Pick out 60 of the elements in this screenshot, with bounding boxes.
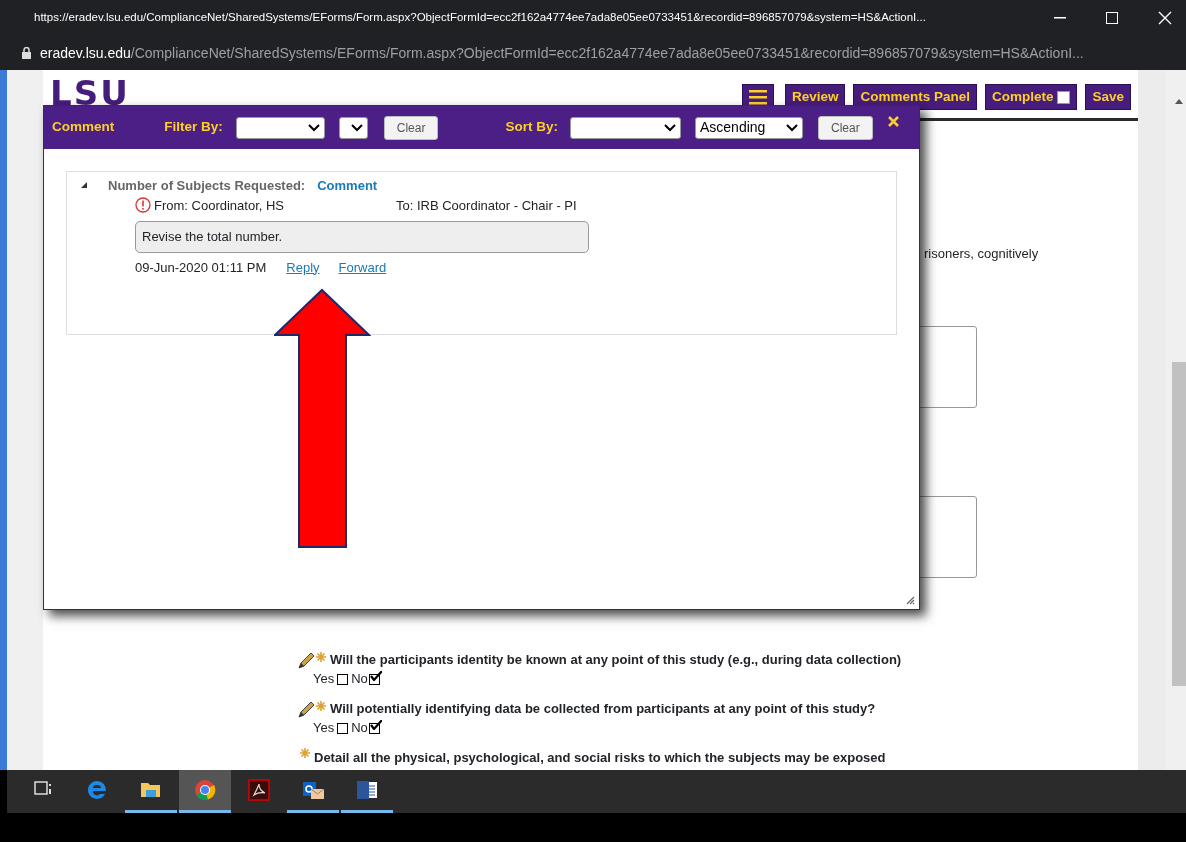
pdf-reader-icon <box>248 779 270 801</box>
sort-label: Sort By: <box>505 118 558 137</box>
logo: LSU <box>50 76 130 110</box>
expand-toggle-icon[interactable] <box>81 181 88 190</box>
reply-link[interactable]: Reply <box>286 257 320 277</box>
pencil-icon <box>297 652 315 670</box>
mail-icon <box>302 779 324 801</box>
alert-icon <box>135 197 151 214</box>
asterisk-icon <box>316 651 326 662</box>
check-icon <box>369 670 382 681</box>
question-text: Detail all the physical, psychological, and social risks to which the subjects may be exposed <box>314 748 886 767</box>
filter-select[interactable] <box>235 116 325 139</box>
checkbox[interactable] <box>337 722 349 734</box>
checkbox[interactable] <box>368 673 380 685</box>
asterisk-icon <box>300 747 310 758</box>
filter-label: Filter By: <box>164 118 223 137</box>
checkbox[interactable] <box>337 673 349 685</box>
close-icon[interactable] <box>886 115 900 128</box>
clear-button[interactable]: Clear <box>818 115 873 140</box>
menu-icon <box>748 88 767 107</box>
maximize-icon[interactable] <box>1106 12 1118 24</box>
question-text: Will the participants identity be known at any point of this study (e.g., during data collection) <box>330 650 902 669</box>
option-label: Yes <box>313 670 335 689</box>
scrollbar-thumb[interactable] <box>1172 362 1186 686</box>
comment-message: Revise the total number. <box>135 221 589 253</box>
checkbox[interactable] <box>368 722 380 734</box>
complete-button[interactable]: Complete <box>984 84 1078 111</box>
checkbox[interactable] <box>1057 90 1071 104</box>
forward-link[interactable]: Forward <box>338 257 387 277</box>
chevron-down-icon <box>307 123 320 132</box>
sort-order-select[interactable]: Ascending <box>695 116 803 139</box>
clear-button[interactable]: Clear <box>383 115 439 140</box>
scroll-up-icon[interactable] <box>1174 98 1184 105</box>
document-icon <box>356 779 378 801</box>
chrome-icon <box>194 779 216 801</box>
sender-text: From: Coordinator, HS <box>154 196 286 215</box>
chevron-down-icon <box>786 123 798 132</box>
chevron-down-icon <box>664 123 676 132</box>
pencil-icon <box>297 701 315 719</box>
comments-panel-button[interactable]: Comments Panel <box>853 84 977 111</box>
edge-icon <box>86 779 108 801</box>
option-label: No <box>351 719 368 738</box>
resize-grip-icon[interactable] <box>906 596 915 605</box>
toolbar-button[interactable]: Save <box>1085 84 1131 111</box>
check-icon <box>369 719 382 730</box>
timestamp: 09-Jun-2020 01:11 PM <box>135 258 267 277</box>
asterisk-icon <box>316 700 326 711</box>
comment-link[interactable]: Comment <box>317 176 378 196</box>
chevron-down-icon <box>350 123 363 132</box>
body-text: risoners, cognitively <box>924 246 1039 262</box>
filter-select[interactable] <box>338 116 368 139</box>
question-text: Will potentially identifying data be collected from participants at any point of this study? <box>330 699 876 718</box>
lock-icon <box>22 47 31 59</box>
dialog-title: Comment <box>52 118 115 137</box>
option-label: Yes <box>313 719 335 738</box>
window-title: https://eradev.lsu.edu/ComplianceNet/SharedSystems/EForms/Form.aspx?ObjectFormId=ecc2f162a4774ee7ada8e05ee0733451&recordid=896857079&system=HS&ActionI... <box>34 10 927 26</box>
field-label: Number of Subjects Requested: <box>108 177 306 195</box>
recipient-text: To: IRB Coordinator - Chair - PI <box>396 196 577 215</box>
option-label: No <box>351 670 368 689</box>
sort-select[interactable] <box>570 116 681 139</box>
